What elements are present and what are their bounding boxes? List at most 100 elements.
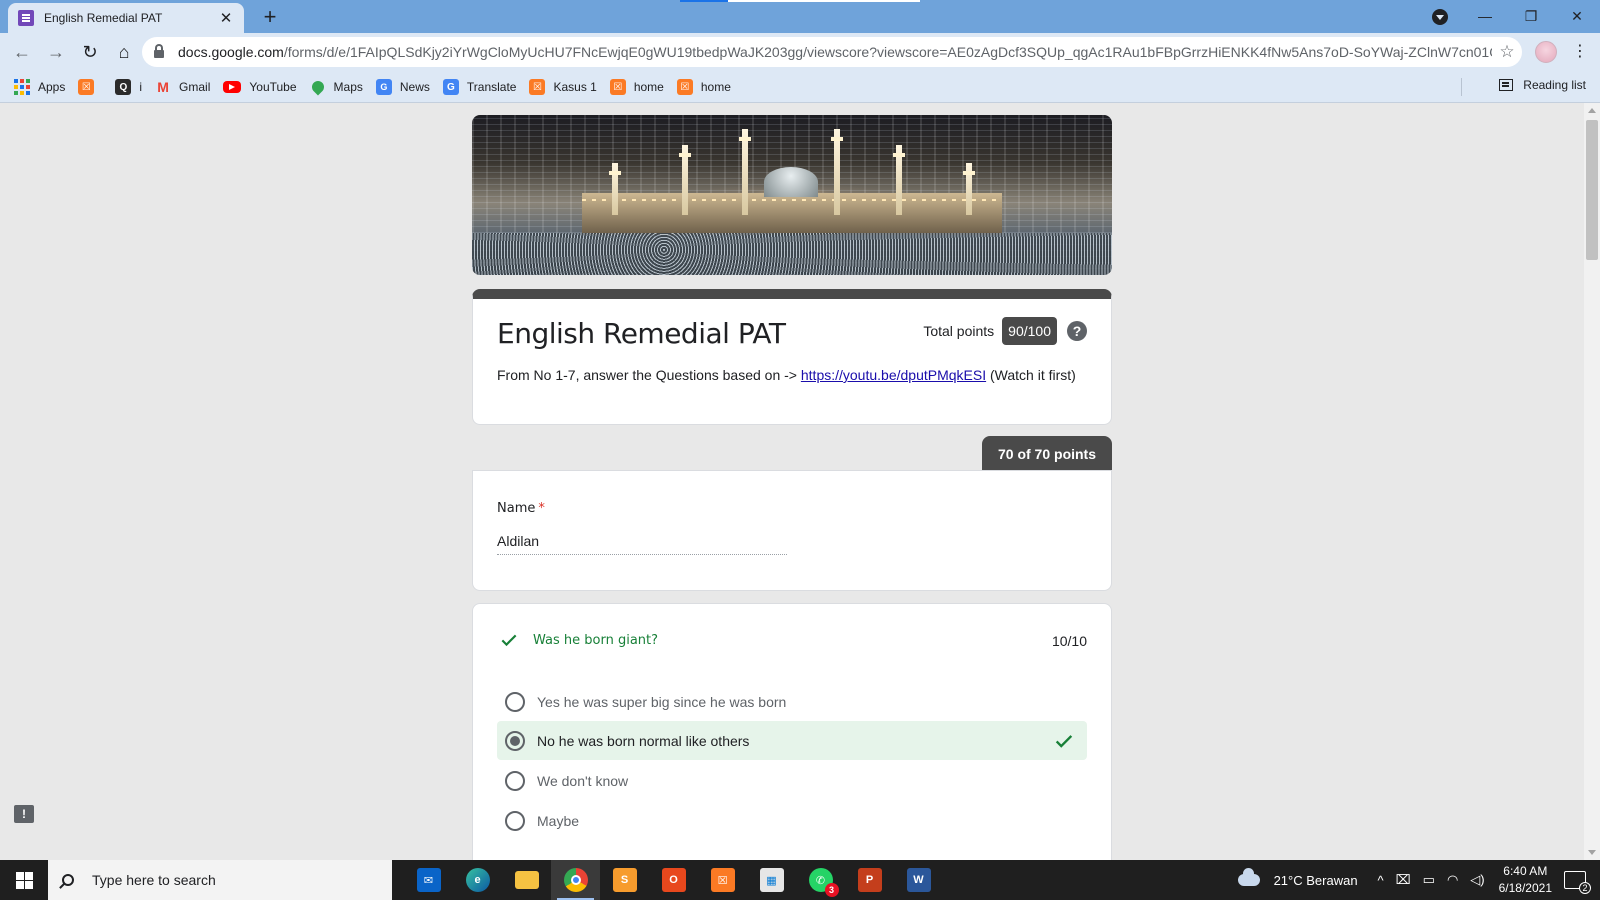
minimize-button[interactable]: — xyxy=(1462,4,1508,28)
browser-tab[interactable]: English Remedial PAT ✕ xyxy=(8,3,244,33)
address-bar[interactable]: docs.google.com/forms/d/e/1FAIpQLSdKjy2i… xyxy=(142,37,1522,67)
bookmark-home-2[interactable]: ☒ home xyxy=(676,79,731,95)
option-1[interactable]: Yes he was super big since he was born xyxy=(497,682,1087,721)
minaret xyxy=(963,163,975,215)
option-3[interactable]: We don't know xyxy=(497,761,1087,800)
correct-check-icon xyxy=(501,634,517,647)
xampp-icon: ☒ xyxy=(609,79,626,95)
crowd xyxy=(472,233,1112,275)
total-points-value: 90/100 xyxy=(1002,317,1057,345)
new-tab-button[interactable]: + xyxy=(258,4,282,30)
minaret xyxy=(893,145,905,215)
video-link[interactable]: https://youtu.be/dputPMqkESI xyxy=(801,367,986,383)
office-icon: O xyxy=(661,868,686,892)
sublime-icon: S xyxy=(612,868,637,892)
windows-taskbar: Type here to search ✉ e S O ☒ ▦ ✆ 3 P W 2… xyxy=(0,860,1600,900)
taskbar-xampp[interactable]: ☒ xyxy=(698,860,747,900)
meet-now-icon[interactable]: ⌧ xyxy=(1396,872,1411,888)
clock-time: 6:40 AM xyxy=(1503,864,1548,878)
close-window-button[interactable]: ✕ xyxy=(1554,4,1600,28)
profile-avatar[interactable] xyxy=(1535,41,1557,63)
form-title-card: English Remedial PAT Total points 90/100… xyxy=(472,289,1112,425)
tab-title: English Remedial PAT xyxy=(44,11,163,25)
chevron-up-icon[interactable]: ^ xyxy=(1378,873,1384,888)
clock[interactable]: 6:40 AM 6/18/2021 xyxy=(1499,863,1552,897)
taskbar-whatsapp[interactable]: ✆ 3 xyxy=(796,860,845,900)
store-icon: ▦ xyxy=(759,868,784,892)
taskbar-mail[interactable]: ✉ xyxy=(404,860,453,900)
start-button[interactable] xyxy=(0,860,48,900)
taskbar-word[interactable]: W xyxy=(894,860,943,900)
reload-icon[interactable]: ↻ xyxy=(74,37,106,69)
bookmark-gmail[interactable]: M Gmail xyxy=(155,79,210,95)
radio-button-selected[interactable] xyxy=(505,730,525,751)
radio-button[interactable] xyxy=(505,691,525,712)
question-title: Was he born giant? xyxy=(533,633,659,648)
url-text[interactable]: docs.google.com/forms/d/e/1FAIpQLSdKjy2i… xyxy=(178,44,1492,60)
taskbar-file-explorer[interactable] xyxy=(502,860,551,900)
notification-center-icon[interactable]: 2 xyxy=(1564,871,1591,894)
radio-button[interactable] xyxy=(505,770,525,791)
taskbar-powerpoint[interactable]: P xyxy=(845,860,894,900)
translate-icon: G xyxy=(442,79,459,95)
taskbar-search[interactable]: Type here to search xyxy=(48,860,392,900)
section-score-badge: 70 of 70 points xyxy=(982,436,1112,471)
weather-cloud-icon[interactable] xyxy=(1237,868,1260,886)
taskbar-sublime[interactable]: S xyxy=(600,860,649,900)
minaret xyxy=(739,129,751,215)
maps-icon xyxy=(309,78,327,96)
scroll-thumb[interactable] xyxy=(1586,120,1598,260)
taskbar-edge[interactable]: e xyxy=(453,860,502,900)
volume-icon[interactable]: ◁) xyxy=(1470,872,1484,888)
correct-check-icon xyxy=(1055,734,1073,748)
page-scrollbar[interactable] xyxy=(1584,103,1600,860)
home-icon[interactable]: ⌂ xyxy=(108,37,140,69)
battery-icon[interactable]: ▭ xyxy=(1423,872,1435,888)
form-title: English Remedial PAT xyxy=(497,317,786,350)
taskbar-store[interactable]: ▦ xyxy=(747,860,796,900)
taskbar-office[interactable]: O xyxy=(649,860,698,900)
restore-button[interactable]: ❐ xyxy=(1508,4,1554,28)
wifi-icon[interactable]: ◠ xyxy=(1447,872,1458,888)
forward-icon[interactable]: → xyxy=(40,37,72,69)
option-2-selected[interactable]: No he was born normal like others xyxy=(497,721,1087,760)
bookmarks-divider xyxy=(1461,78,1462,96)
reading-list-button[interactable]: Reading list xyxy=(1499,78,1586,92)
windows-logo-icon xyxy=(15,871,33,889)
bookmark-kasus-1[interactable]: ☒ Kasus 1 xyxy=(529,79,597,95)
help-icon[interactable]: ? xyxy=(1067,321,1087,341)
weather-text[interactable]: 21°C Berawan xyxy=(1274,873,1358,888)
back-icon[interactable]: ← xyxy=(6,37,38,69)
star-icon[interactable]: ☆ xyxy=(1492,42,1522,62)
scroll-down-arrow-icon[interactable] xyxy=(1588,850,1596,855)
bookmark-translate[interactable]: G Translate xyxy=(442,79,516,95)
tab-search-icon[interactable] xyxy=(1432,9,1448,25)
option-4[interactable]: Maybe xyxy=(497,801,1087,840)
minaret xyxy=(679,145,691,215)
bookmark-apps[interactable]: Apps xyxy=(14,79,65,95)
lock-icon[interactable] xyxy=(154,44,164,58)
required-asterisk: * xyxy=(538,501,545,516)
header-image xyxy=(472,115,1112,275)
close-tab-icon[interactable]: ✕ xyxy=(218,9,234,27)
bookmark-maps[interactable]: Maps xyxy=(309,78,363,96)
total-points-label: Total points xyxy=(923,323,995,339)
bookmark-news[interactable]: G News xyxy=(375,79,430,95)
option-label: Maybe xyxy=(537,812,580,829)
file-explorer-icon xyxy=(514,871,539,889)
edge-icon: e xyxy=(465,868,490,892)
powerpoint-icon: P xyxy=(857,868,882,892)
bookmark-home-1[interactable]: ☒ home xyxy=(609,79,664,95)
bookmark-i[interactable]: Qi xyxy=(115,79,142,95)
name-question-card: Name * Aldilan xyxy=(472,470,1112,591)
report-feedback-icon[interactable]: ! xyxy=(14,805,34,823)
scroll-up-arrow-icon[interactable] xyxy=(1588,108,1596,113)
bookmark-youtube[interactable]: YouTube xyxy=(223,80,297,94)
radio-button[interactable] xyxy=(505,810,525,831)
taskbar-chrome[interactable] xyxy=(551,860,600,900)
clock-date: 6/18/2021 xyxy=(1498,881,1552,895)
gmail-icon: M xyxy=(157,79,169,95)
bookmark-xampp[interactable]: ☒ xyxy=(78,79,102,95)
total-points: Total points 90/100 ? xyxy=(923,317,1087,345)
kebab-menu-icon[interactable]: ⋮ xyxy=(1570,42,1590,62)
